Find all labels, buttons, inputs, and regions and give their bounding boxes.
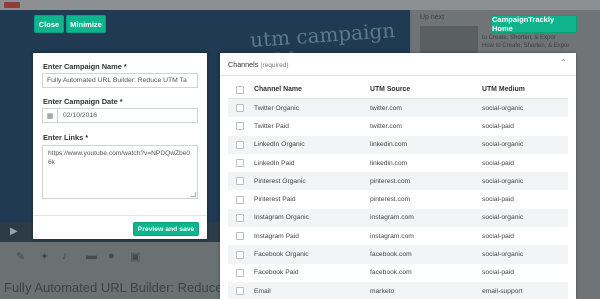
utm-source-cell: marketo (370, 287, 395, 295)
channel-name-cell: Facebook Paid (254, 269, 299, 277)
preview-and-save-button[interactable]: Preview and save (133, 222, 199, 236)
channel-name-cell: Facebook Organic (254, 251, 309, 259)
campaign-form-panel: Enter Campaign Name * Fully Automated UR… (33, 53, 207, 239)
channel-checkbox[interactable] (236, 140, 244, 149)
channel-name-cell: Pinterest Organic (254, 177, 306, 185)
channels-heading: Channels (required) (228, 60, 289, 69)
channel-checkbox[interactable] (236, 287, 244, 296)
channel-name-cell: Instagram Organic (254, 214, 310, 222)
table-row[interactable]: Twitter Paid twitter.com social-paid (228, 117, 568, 135)
campaigntrackly-home-button[interactable]: CampaignTrackly Home (491, 15, 577, 33)
music-icon: ♪ (62, 250, 68, 262)
channel-checkbox[interactable] (236, 195, 244, 204)
table-header: Channel Name UTM Source UTM Medium (228, 81, 568, 99)
table-row[interactable]: Pinterest Paid pinterest.com social-paid (228, 190, 568, 208)
utm-medium-cell: social-organic (482, 214, 524, 222)
links-textarea-value: https://www.youtube.com/watch?v=NPDQwZbe… (48, 150, 191, 166)
channels-required-note: (required) (260, 62, 289, 69)
links-label: Enter Links * (43, 133, 89, 142)
table-row[interactable]: Instagram Organic instagram.com social-org… (228, 208, 568, 228)
channel-name-cell: Email (254, 287, 271, 295)
channel-checkbox[interactable] (236, 268, 244, 277)
channel-name-cell: Twitter Paid (254, 122, 289, 130)
minimize-button[interactable]: Minimize (66, 15, 106, 33)
utm-source-cell: instagram.com (370, 232, 414, 240)
select-all-checkbox[interactable] (236, 85, 244, 94)
info-icon: ● (108, 250, 115, 262)
column-header-utm-medium: UTM Medium (482, 86, 525, 93)
utm-source-cell: twitter.com (370, 104, 402, 112)
utm-source-cell: facebook.com (370, 251, 412, 259)
play-icon: ▶ (10, 226, 18, 237)
table-row[interactable]: Pinterest Organic pinterest.com social-org… (228, 172, 568, 191)
background-topbar (0, 0, 600, 10)
column-header-utm-source: UTM Source (370, 86, 411, 93)
channel-checkbox[interactable] (236, 122, 244, 131)
chevron-up-icon[interactable]: ⌃ (560, 59, 568, 67)
campaign-name-label: Enter Campaign Name * (43, 62, 127, 71)
channel-name-cell: Twitter Organic (254, 104, 299, 112)
channels-divider (220, 75, 576, 76)
table-row[interactable]: LinkedIn Organic linkedin.com social-organ… (228, 135, 568, 154)
up-next-label: Up next (420, 14, 445, 21)
channel-checkbox[interactable] (236, 232, 244, 241)
sidebar-video-title: How to Create, Shorten, & Expor (482, 43, 570, 49)
utm-source-cell: twitter.com (370, 122, 402, 130)
utm-medium-cell: social-paid (482, 232, 514, 240)
channel-checkbox[interactable] (236, 213, 244, 222)
table-row[interactable]: Email marketo email-support (228, 281, 568, 299)
campaign-date-value: 02/10/2016 (63, 112, 98, 119)
pencil-icon: ✎ (16, 251, 26, 263)
table-row[interactable]: Instagram Paid instagram.com social-paid (228, 227, 568, 245)
channel-checkbox[interactable] (236, 250, 244, 259)
video-overlay-text: utm campaign (249, 17, 396, 53)
campaign-date-label: Enter Campaign Date * (43, 97, 123, 106)
utm-source-cell: facebook.com (370, 269, 412, 277)
channel-name-cell: Pinterest Paid (254, 196, 296, 204)
close-button[interactable]: Close (34, 15, 64, 33)
channels-table: Channel Name UTM Source UTM Medium Twitt… (228, 81, 568, 299)
table-row[interactable]: Facebook Organic facebook.com social-organ… (228, 245, 568, 264)
calendar-icon[interactable]: ▦ (43, 109, 58, 122)
utm-source-cell: instagram.com (370, 214, 414, 222)
utm-source-cell: linkedin.com (370, 159, 408, 167)
captions-icon: ▣ (130, 251, 141, 263)
youtube-logo-icon (4, 2, 20, 8)
utm-medium-cell: social-organic (482, 177, 524, 185)
utm-source-cell: pinterest.com (370, 196, 411, 204)
channels-title: Channels (228, 60, 259, 69)
utm-medium-cell: social-paid (482, 196, 514, 204)
campaign-date-input[interactable]: ▦ 02/10/2016 (42, 108, 198, 123)
utm-medium-cell: email-support (482, 287, 523, 295)
table-row[interactable]: LinkedIn Paid linkedin.com social-paid (228, 154, 568, 172)
utm-source-cell: linkedin.com (370, 141, 408, 149)
channels-panel: Channels (required) ⌃ Channel Name UTM S… (220, 53, 576, 299)
utm-medium-cell: social-paid (482, 269, 514, 277)
channel-checkbox[interactable] (236, 159, 244, 168)
utm-medium-cell: social-organic (482, 251, 524, 259)
utm-medium-cell: social-paid (482, 122, 514, 130)
sidebar-thumbnail (420, 26, 478, 56)
form-divider (33, 215, 207, 216)
campaign-name-input[interactable]: Fully Automated URL Builder: Reduce UTM … (42, 73, 198, 88)
channel-name-cell: LinkedIn Organic (254, 141, 305, 149)
table-body: Twitter Organic twitter.com social-organic… (228, 99, 568, 299)
channel-checkbox[interactable] (236, 177, 244, 186)
sidebar-video-title: to Create, Shorten, & Expor (482, 35, 556, 41)
comment-icon: ▬ (86, 250, 97, 262)
column-header-channel-name: Channel Name (254, 86, 302, 93)
resize-handle-icon[interactable] (191, 192, 196, 197)
table-row[interactable]: Twitter Organic twitter.com social-organic (228, 99, 568, 118)
table-row[interactable]: Facebook Paid facebook.com social-paid (228, 264, 568, 282)
channel-checkbox[interactable] (236, 104, 244, 113)
utm-medium-cell: social-organic (482, 141, 524, 149)
links-textarea[interactable]: https://www.youtube.com/watch?v=NPDQwZbe… (42, 145, 198, 199)
channel-name-cell: Instagram Paid (254, 232, 299, 240)
utm-medium-cell: social-paid (482, 159, 514, 167)
channel-name-cell: LinkedIn Paid (254, 159, 295, 167)
utm-medium-cell: social-organic (482, 104, 524, 112)
magic-wand-icon: ✦ (40, 251, 50, 263)
utm-source-cell: pinterest.com (370, 177, 411, 185)
